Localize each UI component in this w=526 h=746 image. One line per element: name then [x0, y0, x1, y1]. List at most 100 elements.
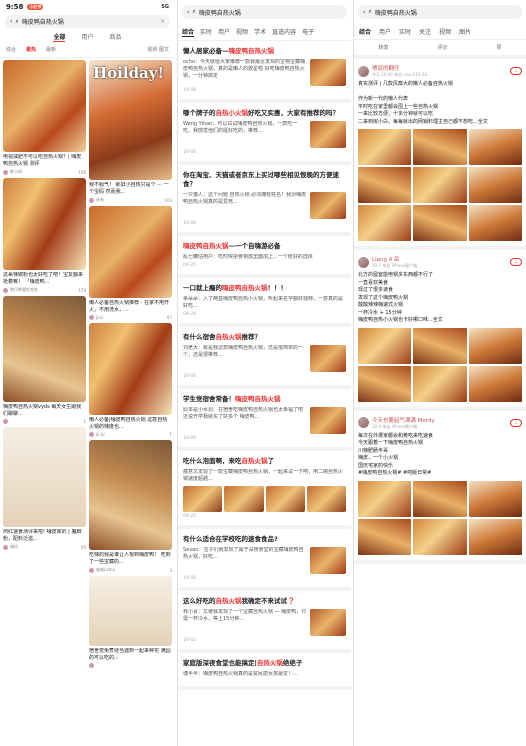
note-image[interactable] — [3, 427, 86, 527]
like-count[interactable]: 97 — [167, 315, 172, 320]
chevron-down-icon[interactable]: ⌄ — [509, 67, 522, 75]
post-image[interactable] — [468, 327, 522, 364]
like-count[interactable]: 1 — [83, 419, 86, 424]
search-result[interactable]: 你在淘宝、天猫或者京东上买过哪些相见恨晚的方便速食？ 一只猫人：这个问题 自热火锅… — [178, 165, 351, 236]
chevron-down-icon[interactable]: ⌄ — [509, 258, 522, 266]
post-author[interactable]: Liang 4 岳 — [372, 255, 417, 263]
tab-users[interactable]: 用户 — [81, 32, 93, 42]
note-card[interactable]: 吃辣的我是谁让人根到嗨皮鸭！ 吃到了一些宝藏的... 喵喵Lamy 3 — [89, 440, 172, 573]
post-image[interactable] — [468, 205, 522, 241]
result-thumbnail[interactable] — [310, 121, 346, 148]
note-image[interactable] — [89, 323, 172, 415]
like-count[interactable]: 179 — [78, 288, 86, 293]
tab-2[interactable]: 用户 — [218, 27, 230, 37]
tab-1[interactable]: 用户 — [379, 27, 391, 36]
note-image[interactable] — [3, 178, 86, 270]
note-title[interactable]: 懒人必备|嗨皮鸭自热火锅 这款自热火锅的辣度也... — [89, 417, 172, 431]
back-icon[interactable]: ‹ — [10, 18, 12, 25]
note-image[interactable]: Hoilday! — [89, 60, 172, 180]
search-bar[interactable]: ‹ ⌕ 嗨皮鸭自热火锅 × — [5, 15, 170, 28]
back-icon[interactable]: ‹ — [363, 9, 365, 16]
post-text[interactable]: 每次在外遭家都会和黄吃来吃速食 今天跟着一下嗨皮鸭自热火锅 川辣肥肠丰哥 嗨皮，… — [358, 433, 522, 478]
result-title[interactable]: 懒人居家必备—嗨皮鸭自热火锅 — [183, 47, 346, 56]
result-title[interactable]: 这么好吃的自热火锅我确定不来试试❓ — [183, 597, 346, 606]
clear-icon[interactable]: × — [160, 18, 165, 25]
tab-5[interactable]: 图片 — [459, 27, 471, 36]
tab-6[interactable]: 电子 — [302, 27, 314, 37]
post-image[interactable] — [468, 480, 522, 517]
result-title[interactable]: 学生党宿舍常备！嗨皮鸭自热火锅 — [183, 395, 346, 404]
search-bar[interactable]: ‹ ⌕ 嗨皮鸭自热火锅 — [182, 5, 347, 19]
search-result[interactable]: 家庭版深夜食堂也能搞定|自热火锅绝绝子 博半半：嗨皮鸭自热火锅真的是贫民窟女孩最爱… — [178, 653, 351, 690]
tab-3[interactable]: 视频 — [236, 27, 248, 37]
tab-0[interactable]: 综合 — [359, 27, 371, 36]
avatar[interactable] — [3, 169, 8, 175]
back-icon[interactable]: ‹ — [187, 9, 189, 16]
post-image[interactable] — [358, 167, 412, 203]
result-image[interactable] — [306, 486, 346, 512]
search-result[interactable]: 一口就上瘾的嗨皮鸭自热火锅！！！ 幸朵朵：入了两盒嗨皮鸭自热小火锅，听起来名字都好… — [178, 278, 351, 327]
note-card[interactable]: 懒人必备|嗨皮鸭自热火锅 这款自热火锅的辣度也... bi bi 1 — [89, 323, 172, 437]
result-title[interactable]: 有什么适合在学校吃的速食食品? — [183, 535, 346, 544]
tab-0[interactable]: 综合 — [182, 27, 195, 37]
note-title[interactable]: 电视减肥不可以吃自热火锅？| 嗨皮鸭自热火锅 测评 — [3, 154, 86, 168]
like-count[interactable]: 3 — [169, 568, 172, 573]
tab-5[interactable]: 直选内容 — [272, 27, 296, 37]
post-image[interactable] — [413, 129, 467, 165]
like-button[interactable]: 赞 — [496, 44, 501, 51]
search-bar[interactable]: ‹ ⌕ 嗨皮鸭自热火锅 — [358, 5, 522, 19]
note-image[interactable] — [89, 206, 172, 298]
note-author[interactable]: Jcai — [96, 315, 103, 320]
like-count[interactable]: 1 — [169, 432, 172, 437]
post-author[interactable]: 嗯就的翻仔 — [372, 64, 427, 72]
search-result[interactable]: 有什么宿舍自热火锅推荐？ 刘老大：就是我这款嗨皮鸭自热火锅，还是很简单的一个，还是… — [178, 327, 351, 389]
note-title[interactable]: 阿红速食测评来啦! 嗨皮家的 | 魔脚粉，配料泛滥... — [3, 529, 86, 543]
result-thumbnail[interactable] — [310, 192, 346, 219]
repost-button[interactable]: 转发 — [378, 44, 388, 51]
result-title[interactable]: 有什么宿舍自热火锅推荐？ — [183, 333, 346, 342]
search-result[interactable]: 哪个牌子的自热小火锅好吃又实惠，大家有推荐的吗？ Weng Yihan：可以试试嗨… — [178, 103, 351, 165]
post-image[interactable] — [358, 327, 412, 364]
result-image[interactable] — [224, 486, 264, 512]
post-image[interactable] — [468, 167, 522, 203]
result-thumbnail[interactable] — [310, 407, 346, 434]
avatar[interactable] — [89, 567, 94, 573]
result-title[interactable]: 吃什么泡面啊，来吃自热火锅了 — [183, 457, 346, 466]
note-title[interactable]: 吃辣的我是谁让人根到嗨皮鸭！ 吃到了一些宝藏的... — [89, 552, 172, 566]
post-text[interactable]: 北方的寝室能电锅多东西都不行了 一直喜欢美食 现过了很多速食 发现了这个嗨皮鸭火… — [358, 272, 522, 325]
result-thumbnail[interactable] — [310, 59, 346, 86]
avatar[interactable] — [89, 663, 94, 668]
search-input[interactable]: 嗨皮鸭自热火锅 — [199, 8, 241, 17]
result-thumbnail[interactable] — [310, 547, 346, 574]
result-thumbnail[interactable] — [310, 609, 346, 636]
tab-2[interactable]: 实时 — [399, 27, 411, 36]
note-image[interactable] — [3, 60, 86, 152]
avatar[interactable] — [3, 419, 8, 424]
result-title[interactable]: 一口就上瘾的嗨皮鸭自热火锅！！！ — [183, 284, 346, 293]
note-card[interactable]: 懒人必备自热火锅推荐 - 在家不用开火，不用洗水，... Jcai 97 — [89, 206, 172, 320]
search-input[interactable]: 嗨皮鸭自热火锅 — [375, 8, 417, 17]
tab-1[interactable]: 实时 — [200, 27, 212, 37]
tab-all[interactable]: 全部 — [53, 32, 66, 42]
post-image[interactable] — [413, 167, 467, 203]
result-image[interactable] — [183, 486, 223, 512]
post-image[interactable] — [358, 205, 412, 241]
result-title[interactable]: 家庭版深夜食堂也能搞定|自热火锅绝绝子 — [183, 659, 346, 668]
result-thumbnail[interactable] — [310, 345, 346, 372]
filter-type[interactable]: 视频 图文 — [147, 46, 169, 53]
note-card[interactable]: 电视减肥不可以吃自热火锅？| 嗨皮鸭自热火锅 测评 影小妍 106 — [3, 60, 86, 175]
search-result[interactable]: 嗨皮鸭自热火锅—一个自嗨游必备 乱七糟估用户：吃时候把食物放里面加上...一个很好… — [178, 236, 351, 278]
avatar[interactable] — [89, 432, 94, 437]
post-image[interactable] — [468, 129, 522, 165]
post-image[interactable] — [358, 129, 412, 165]
note-image[interactable] — [3, 296, 86, 402]
sort-new[interactable]: 最新 — [46, 46, 56, 53]
note-card[interactable]: 宿舍党免煮便当遇到一起来种花 满园的可以吃的... — [89, 576, 172, 668]
post-image[interactable] — [358, 518, 412, 555]
result-title[interactable]: 你在淘宝、天猫或者京东上买过哪些相见恨晚的方便速食？ — [183, 171, 346, 189]
note-card[interactable]: 这辈辣椒粉也太好吃了吧！宝友都来抢着嘛！ 「嗨皮鸭... 熊仔熊猫吃吃吃 179 — [3, 178, 86, 293]
note-author[interactable]: 影小妍 — [10, 169, 22, 175]
note-title[interactable]: 嗨皮鸭自热火锅vyds 每天女生跟我们聊聊... — [3, 404, 86, 418]
avatar[interactable] — [358, 256, 369, 268]
note-card[interactable]: 嗨皮鸭自热火锅vyds 每天女生跟我们聊聊... 1 — [3, 296, 86, 424]
